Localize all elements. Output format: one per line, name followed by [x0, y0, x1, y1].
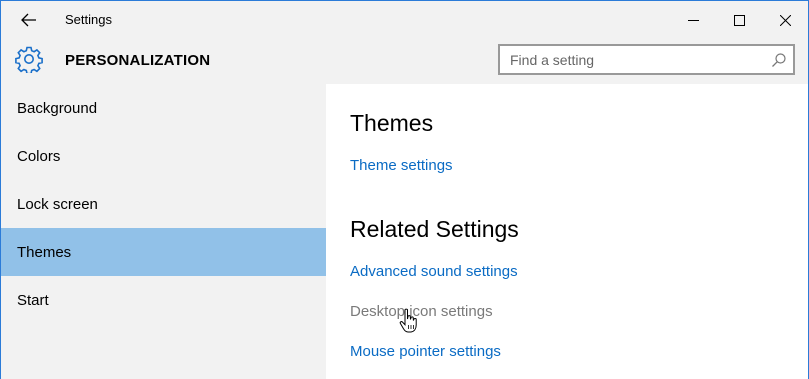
- sidebar-item-colors[interactable]: Colors: [1, 132, 326, 180]
- minimize-button[interactable]: [670, 1, 716, 39]
- search-input[interactable]: [500, 46, 765, 73]
- mouse-pointer-settings-link[interactable]: Mouse pointer settings: [350, 343, 501, 360]
- back-arrow-icon: [21, 13, 36, 27]
- page-header: PERSONALIZATION: [1, 39, 808, 84]
- back-button[interactable]: [7, 4, 51, 36]
- settings-window: Settings PERSONALIZATION Find a setting …: [0, 0, 809, 379]
- title-bar: Settings: [1, 1, 808, 39]
- desktop-icon-settings-link[interactable]: Desktop icon settings: [350, 303, 493, 320]
- maximize-icon: [733, 14, 745, 26]
- sidebar-item-label: Lock screen: [17, 195, 98, 213]
- sidebar-nav: Background Colors Lock screen Themes Sta…: [1, 84, 326, 379]
- search-icon[interactable]: [771, 52, 787, 68]
- sidebar-item-label: Background: [17, 99, 98, 117]
- main-content: Themes Theme settings Related Settings A…: [326, 84, 808, 379]
- theme-settings-link[interactable]: Theme settings: [350, 157, 453, 174]
- search-box[interactable]: [498, 44, 795, 75]
- window-title: Settings: [65, 12, 112, 27]
- sidebar-item-label: Colors: [17, 147, 61, 165]
- sidebar-item-themes[interactable]: Themes: [1, 228, 326, 276]
- related-settings-heading: Related Settings: [350, 216, 519, 242]
- minimize-icon: [687, 19, 699, 21]
- sidebar-item-start[interactable]: Start: [1, 276, 326, 324]
- close-icon: [779, 14, 791, 26]
- advanced-sound-settings-link[interactable]: Advanced sound settings: [350, 263, 518, 280]
- window-controls: [670, 1, 808, 39]
- sidebar-item-label: Start: [17, 291, 49, 309]
- sidebar-item-background[interactable]: Background: [1, 84, 326, 132]
- close-button[interactable]: [762, 1, 808, 39]
- page-title: PERSONALIZATION: [65, 52, 211, 69]
- maximize-button[interactable]: [716, 1, 762, 39]
- sidebar-item-label: Themes: [17, 243, 72, 261]
- themes-heading: Themes: [350, 110, 434, 136]
- gear-icon: [15, 46, 43, 73]
- sidebar-item-lock-screen[interactable]: Lock screen: [1, 180, 326, 228]
